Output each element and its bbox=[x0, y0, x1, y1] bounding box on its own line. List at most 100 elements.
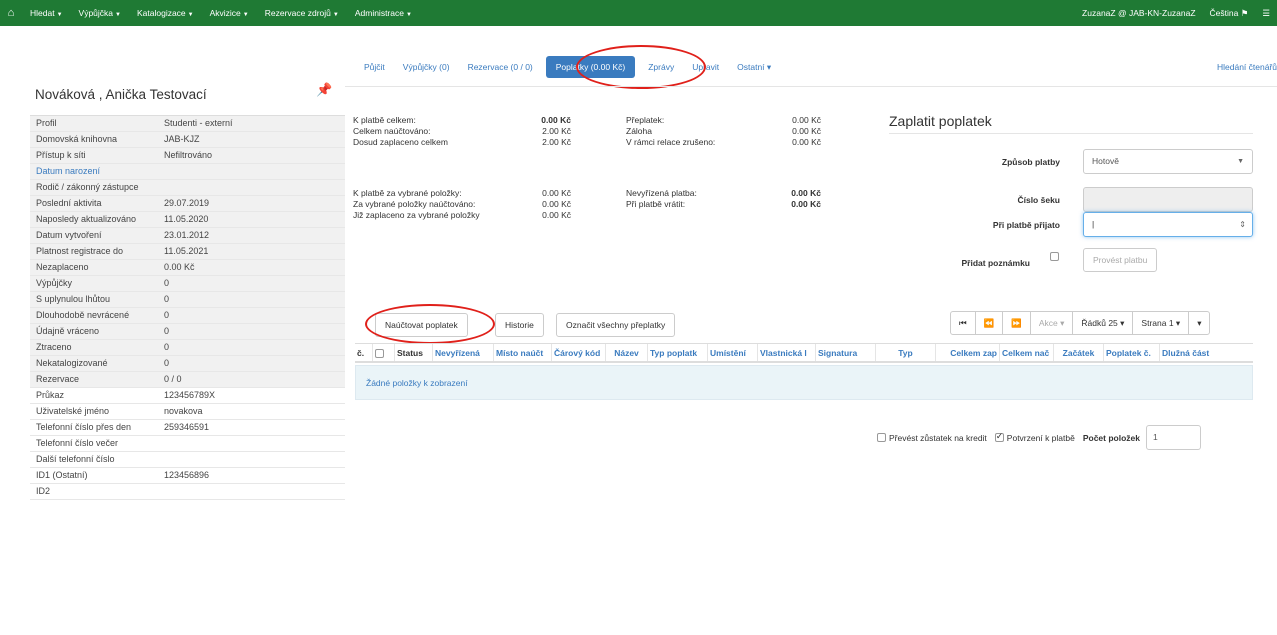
patron-info-row: ID2 bbox=[30, 484, 345, 500]
add-note-label: Přidat poznámku bbox=[961, 258, 1030, 268]
tab-bills[interactable]: Poplatky (0.00 Kč) bbox=[545, 56, 636, 78]
patron-info-row: Přístup k síti Nefiltrováno bbox=[30, 148, 345, 164]
patron-info-row: Rodič / zákonný zástupce bbox=[30, 180, 345, 196]
patron-info-row: Údajně vráceno 0 bbox=[30, 324, 345, 340]
nav-booking[interactable]: Rezervace zdrojů ▼ bbox=[257, 8, 347, 18]
col-pending[interactable]: Nevyřízená bbox=[433, 344, 494, 361]
patron-info-value: 0.00 Kč bbox=[164, 262, 195, 272]
col-index[interactable]: č. bbox=[355, 344, 373, 361]
flag-icon: ⚑ bbox=[1240, 7, 1249, 18]
mark-overpaid-button[interactable]: Označit všechny přeplatky bbox=[556, 313, 676, 337]
history-button[interactable]: Historie bbox=[495, 313, 544, 337]
nav-cataloging[interactable]: Katalogizace ▼ bbox=[129, 8, 202, 18]
nav-admin[interactable]: Administrace ▼ bbox=[347, 8, 420, 18]
patron-info-row: Další telefonní číslo bbox=[30, 452, 345, 468]
payment-method-select[interactable]: Hotově ▼ bbox=[1083, 149, 1253, 174]
first-page-button[interactable]: ⏮ bbox=[951, 312, 976, 334]
next-page-button[interactable]: ⏩ bbox=[1003, 312, 1031, 334]
patron-info-label: ID1 (Ostatní) bbox=[36, 470, 88, 480]
receipt-count-label: Počet položek bbox=[1082, 432, 1140, 443]
patron-search-link[interactable]: Hledání čtenářů bbox=[1217, 54, 1277, 80]
patron-tabs: Půjčit Výpůjčky (0) Rezervace (0 / 0) Po… bbox=[355, 54, 1277, 80]
patron-info-row: Profil Studenti - externí bbox=[30, 116, 345, 132]
col-fee-type[interactable]: Typ poplatk bbox=[648, 344, 708, 361]
tab-messages[interactable]: Zprávy bbox=[639, 62, 683, 72]
patron-info-label: ID2 bbox=[36, 486, 51, 496]
tab-checkout[interactable]: Půjčit bbox=[355, 62, 394, 72]
check-number-input[interactable] bbox=[1083, 187, 1253, 212]
patron-info-label: Dlouhodobě nevrácené bbox=[36, 310, 130, 320]
transfer-to-credit-checkbox[interactable] bbox=[877, 433, 886, 442]
language-menu[interactable]: Čeština ⚑ bbox=[1203, 8, 1256, 19]
patron-info-row: Datum narození bbox=[30, 164, 345, 180]
payment-options: Převést zůstatek na kredit Potvrzení k p… bbox=[877, 425, 1201, 450]
empty-table-message: Žádné položky k zobrazení bbox=[355, 365, 1253, 400]
patron-info-value: 11.05.2020 bbox=[164, 214, 209, 224]
user-menu[interactable]: ZuzanaZ @ JAB-KN-ZuzanaZ bbox=[1075, 8, 1203, 18]
col-barcode[interactable]: Čárový kód bbox=[552, 344, 606, 361]
actions-menu[interactable]: Akce ▾ bbox=[1031, 312, 1074, 334]
patron-info-value: 0 bbox=[164, 326, 170, 336]
col-type[interactable]: Typ bbox=[876, 344, 936, 361]
col-status[interactable]: Status bbox=[395, 344, 433, 361]
patron-info-value: 123456789X bbox=[164, 390, 216, 400]
column-picker[interactable]: ▾ bbox=[1189, 312, 1209, 334]
col-total-billed[interactable]: Celkem nač bbox=[1000, 344, 1054, 361]
tab-edit[interactable]: Upravit bbox=[683, 62, 728, 72]
prev-page-button[interactable]: ⏪ bbox=[976, 312, 1004, 334]
receipt-option[interactable]: Potvrzení k platbě bbox=[994, 431, 1075, 443]
patron-info-value: 0 bbox=[164, 278, 170, 288]
pin-icon[interactable]: 📌 bbox=[316, 82, 332, 98]
col-owning-lib[interactable]: Vlastnická l bbox=[758, 344, 816, 361]
patron-info-row: S uplynulou lhůtou 0 bbox=[30, 292, 345, 308]
tab-other[interactable]: Ostatní ▾ bbox=[728, 62, 780, 73]
select-all-checkbox[interactable] bbox=[375, 349, 384, 359]
menu-icon[interactable]: ☰ bbox=[1255, 8, 1277, 19]
col-location[interactable]: Umístění bbox=[708, 344, 758, 361]
col-title[interactable]: Název bbox=[606, 344, 648, 361]
col-fee-number[interactable]: Poplatek č. bbox=[1104, 344, 1160, 361]
patron-info-row: Rezervace 0 / 0 bbox=[30, 372, 345, 388]
patron-info-value: 0 bbox=[164, 294, 170, 304]
patron-info-value: 23.01.2012 bbox=[164, 230, 210, 240]
tab-holds[interactable]: Rezervace (0 / 0) bbox=[459, 62, 542, 72]
patron-info-row: Výpůjčky 0 bbox=[30, 276, 345, 292]
add-note-checkbox[interactable] bbox=[1050, 252, 1059, 261]
home-icon[interactable]: ⌂ bbox=[0, 7, 22, 19]
grid-toolbar: ⏮ ⏪ ⏩ Akce ▾ Řádků 25 ▾ Strana 1 ▾ ▾ bbox=[950, 311, 1211, 335]
patron-info-value: 0 bbox=[164, 358, 170, 368]
page-menu[interactable]: Strana 1 ▾ bbox=[1133, 312, 1190, 334]
patron-info-label: Nezaplaceno bbox=[36, 262, 89, 272]
patron-info-label: Datum vytvoření bbox=[36, 230, 102, 240]
nav-circulation[interactable]: Výpůjčka ▼ bbox=[71, 8, 129, 18]
payment-method-label: Způsob platby bbox=[1001, 157, 1060, 167]
summary-top: K platbě celkem: 0.00 Kč Přeplatek: 0.00 Kč… bbox=[353, 115, 821, 147]
patron-info-value: 259346591 bbox=[164, 422, 210, 432]
receipt-count-input[interactable]: 1 bbox=[1146, 425, 1201, 450]
tab-items-out[interactable]: Výpůjčky (0) bbox=[394, 62, 459, 72]
patron-info-row: Telefonní číslo večer bbox=[30, 436, 345, 452]
payment-received-input[interactable]: | ⇕ bbox=[1083, 212, 1253, 237]
col-call-number[interactable]: Signatura bbox=[816, 344, 876, 361]
col-billing-location[interactable]: Místo naúčt bbox=[494, 344, 552, 361]
charge-fee-button[interactable]: Naúčtovat poplatek bbox=[375, 313, 468, 337]
nav-acquisitions[interactable]: Akvizice ▼ bbox=[202, 8, 257, 18]
top-navbar: ⌂ Hledat ▼ Výpůjčka ▼ Katalogizace ▼ Akvizi… bbox=[0, 0, 1277, 26]
patron-info-label: Nekatalogizované bbox=[36, 358, 108, 368]
nav-search[interactable]: Hledat ▼ bbox=[22, 8, 71, 18]
patron-info-row: Nezaplaceno 0.00 Kč bbox=[30, 260, 345, 276]
col-balance[interactable]: Dlužná část bbox=[1160, 344, 1220, 361]
rows-per-page-menu[interactable]: Řádků 25 ▾ bbox=[1073, 312, 1134, 334]
receipt-checkbox[interactable] bbox=[994, 431, 1004, 442]
col-select[interactable] bbox=[373, 344, 395, 361]
transfer-to-credit-option[interactable]: Převést zůstatek na kredit bbox=[877, 433, 987, 443]
patron-info-value bbox=[164, 182, 339, 193]
patron-info-row: ID1 (Ostatní) 123456896 bbox=[30, 468, 345, 484]
patron-info-label: Domovská knihovna bbox=[36, 134, 118, 144]
col-total-paid[interactable]: Celkem zap bbox=[936, 344, 1000, 361]
patron-info-label: Rodič / zákonný zástupce bbox=[36, 182, 139, 192]
patron-info-row: Naposledy aktualizováno 11.05.2020 bbox=[30, 212, 345, 228]
patron-info-row: Poslední aktivita 29.07.2019 bbox=[30, 196, 345, 212]
col-start[interactable]: Začátek bbox=[1054, 344, 1104, 361]
apply-payment-button[interactable]: Provést platbu bbox=[1083, 248, 1158, 272]
